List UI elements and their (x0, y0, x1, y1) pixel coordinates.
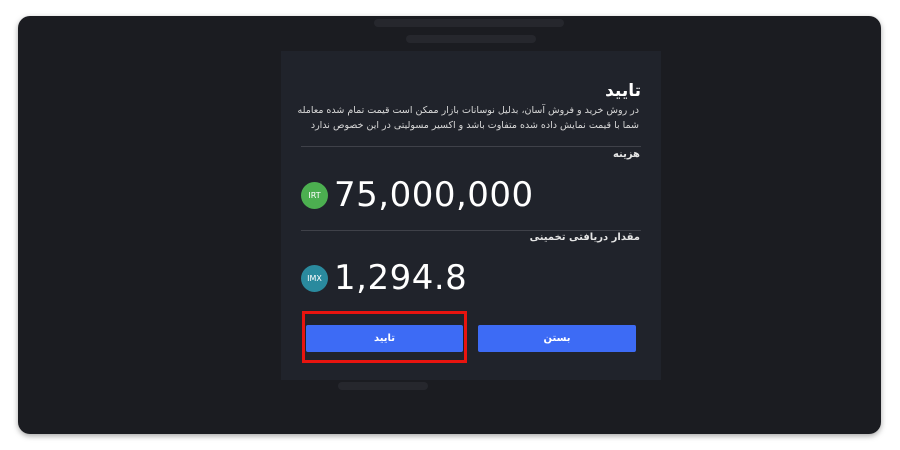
cost-amount: 75,000,000 (334, 175, 534, 215)
close-button[interactable]: بستن (478, 325, 636, 352)
cost-amount-row: IRT 75,000,000 (301, 175, 534, 215)
modal-backdrop[interactable]: تایید در روش خرید و فروش آسان، بدلیل نوس… (18, 16, 881, 434)
divider (301, 146, 641, 147)
dialog-description: در روش خرید و فروش آسان، بدلیل نوسانات ب… (297, 105, 639, 131)
irt-currency-icon: IRT (301, 181, 328, 209)
cost-label: هزینه (612, 149, 640, 160)
imx-token-icon: IMX (301, 264, 328, 292)
estimated-receive-amount: 1,294.8 (334, 258, 468, 298)
background-text-blur (406, 35, 536, 43)
estimated-receive-amount-row: IMX 1,294.8 (301, 258, 467, 298)
dialog-title: تایید (605, 81, 641, 101)
divider (301, 230, 641, 231)
estimated-receive-label: مقدار دریافتی تخمینی (529, 232, 640, 243)
confirm-button-highlight (302, 311, 467, 363)
background-text-blur (374, 19, 564, 27)
background-text-blur (338, 382, 428, 390)
